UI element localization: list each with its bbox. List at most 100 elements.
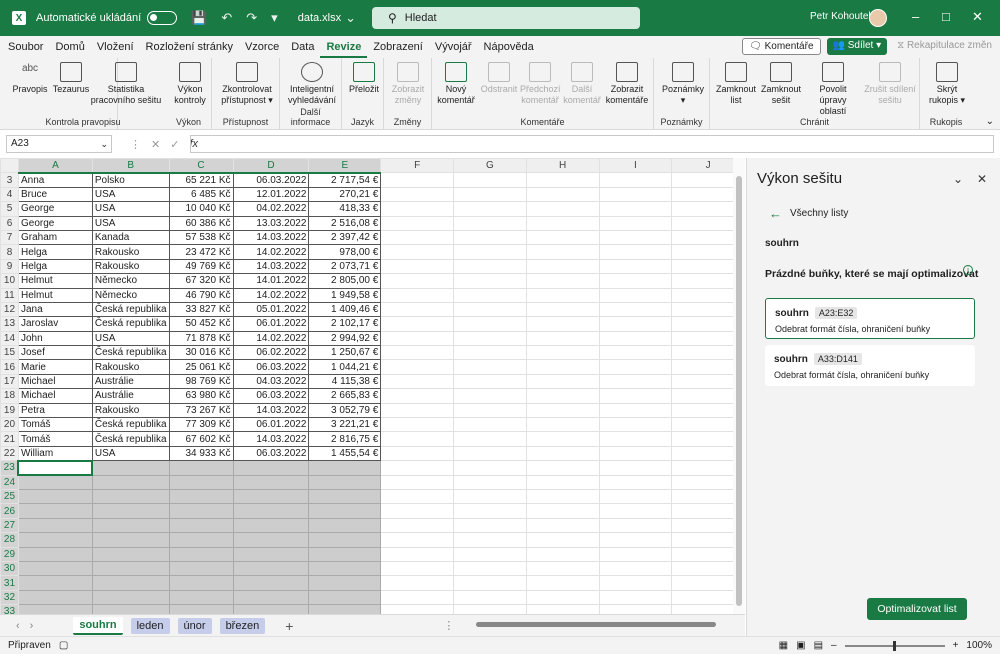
selected-empty-cell[interactable] (168, 532, 234, 548)
cell-name[interactable]: Helmut (17, 273, 93, 289)
empty-cell[interactable] (525, 589, 600, 606)
empty-cell[interactable] (453, 488, 527, 505)
selected-empty-cell[interactable] (232, 589, 310, 606)
zoom-in-icon[interactable]: + (953, 640, 959, 651)
translate-button[interactable]: Přeložit (345, 62, 383, 95)
row-header[interactable]: 4 (0, 186, 19, 203)
selected-empty-cell[interactable] (17, 560, 93, 577)
tab-zobrazeni[interactable]: Zobrazení (367, 36, 429, 58)
empty-cell[interactable] (453, 359, 527, 375)
empty-cell[interactable] (380, 330, 455, 347)
col-header-e[interactable]: E (308, 158, 382, 174)
cell-name[interactable]: Helmut (17, 287, 93, 303)
empty-cell[interactable] (598, 273, 673, 289)
cell-eur[interactable]: 418,33 € (308, 201, 382, 217)
cell-eur[interactable]: 3 052,79 € (308, 402, 382, 419)
cell-country[interactable]: Austrálie (91, 373, 170, 390)
empty-cell[interactable] (525, 287, 600, 303)
col-header-a[interactable]: A (17, 158, 93, 174)
empty-cell[interactable] (380, 301, 455, 318)
selected-empty-cell[interactable] (91, 517, 170, 534)
empty-cell[interactable] (525, 488, 600, 505)
cell-amount[interactable]: 65 221 Kč (168, 172, 234, 188)
selected-empty-cell[interactable] (17, 604, 93, 614)
empty-cell[interactable] (525, 345, 600, 361)
cell-name[interactable]: Michael (17, 373, 93, 390)
selected-empty-cell[interactable] (17, 575, 93, 591)
empty-cell[interactable] (598, 560, 673, 577)
cell-eur[interactable]: 1 949,58 € (308, 287, 382, 303)
empty-cell[interactable] (598, 258, 673, 275)
empty-cell[interactable] (525, 186, 600, 203)
empty-cell[interactable] (453, 388, 527, 404)
empty-cell[interactable] (525, 546, 600, 562)
selected-empty-cell[interactable] (168, 604, 234, 614)
comments-button[interactable]: 🗨 Komentáře (742, 38, 821, 55)
selected-empty-cell[interactable] (17, 517, 93, 534)
row-header[interactable]: 10 (0, 273, 19, 289)
empty-cell[interactable] (525, 373, 600, 390)
empty-cell[interactable] (598, 402, 673, 419)
empty-cell[interactable] (598, 488, 673, 505)
cell-amount[interactable]: 98 769 Kč (168, 373, 234, 390)
prev-comment-button[interactable]: Předchozí komentář (520, 62, 561, 106)
empty-cell[interactable] (525, 316, 600, 332)
cell-eur[interactable]: 2 816,75 € (308, 431, 382, 447)
cell-eur[interactable]: 1 409,46 € (308, 301, 382, 318)
add-sheet-icon[interactable]: + (285, 618, 293, 634)
empty-cell[interactable] (453, 345, 527, 361)
empty-cell[interactable] (453, 201, 527, 217)
cell-date[interactable]: 14.03.2022 (232, 431, 310, 447)
empty-cell[interactable] (380, 345, 455, 361)
cell-name[interactable]: Marie (17, 359, 93, 375)
empty-cell[interactable] (380, 402, 455, 419)
empty-cell[interactable] (380, 215, 455, 231)
user-name[interactable]: Petr Kohoutek (810, 11, 873, 22)
selected-empty-cell[interactable] (232, 474, 310, 490)
cell-amount[interactable]: 46 790 Kč (168, 287, 234, 303)
optimize-sheet-button[interactable]: Optimalizovat list (867, 598, 967, 620)
selected-empty-cell[interactable] (91, 589, 170, 606)
empty-cell[interactable] (598, 388, 673, 404)
empty-cell[interactable] (380, 503, 455, 519)
col-header-c[interactable]: C (168, 158, 234, 174)
sheet-tab-leden[interactable]: leden (130, 617, 170, 634)
selected-empty-cell[interactable] (168, 488, 234, 505)
next-comment-button[interactable]: Další komentář (562, 62, 602, 106)
cell-date[interactable]: 14.03.2022 (232, 258, 310, 275)
row-header[interactable]: 19 (0, 402, 19, 419)
name-box[interactable]: A23 ⌄ (6, 135, 112, 153)
file-name[interactable]: data.xlsx (298, 12, 341, 24)
cell-country[interactable]: Česká republika (91, 345, 170, 361)
empty-cell[interactable] (598, 186, 673, 203)
accessibility-status-icon[interactable]: ▢ (59, 640, 68, 651)
cell-amount[interactable]: 34 933 Kč (168, 445, 234, 462)
workbook-stats-button[interactable]: Statistika pracovního sešitu (88, 62, 164, 106)
selected-empty-cell[interactable] (308, 604, 382, 614)
chevron-down-icon[interactable]: ⌄ (345, 10, 356, 26)
delete-comment-button[interactable]: Odstranit (478, 62, 520, 95)
page-break-icon[interactable]: ▤ (814, 640, 823, 651)
cell-country[interactable]: Austrálie (91, 388, 170, 404)
empty-cell[interactable] (598, 215, 673, 231)
empty-cell[interactable] (380, 273, 455, 289)
empty-cell[interactable] (453, 244, 527, 260)
cell-amount[interactable]: 30 016 Kč (168, 345, 234, 361)
cell-name[interactable]: Helga (17, 244, 93, 260)
zoom-out-icon[interactable]: – (831, 640, 837, 651)
row-header[interactable]: 29 (0, 546, 19, 562)
cell-country[interactable]: USA (91, 445, 170, 462)
empty-cell[interactable] (453, 330, 527, 347)
empty-cell[interactable] (525, 172, 600, 188)
empty-cell[interactable] (525, 445, 600, 462)
cell-country[interactable]: USA (91, 186, 170, 203)
tab-rozlozeni[interactable]: Rozložení stránky (140, 36, 239, 58)
selected-empty-cell[interactable] (308, 474, 382, 490)
empty-cell[interactable] (380, 373, 455, 390)
cell-name[interactable]: Helga (17, 258, 93, 275)
vertical-scroll-thumb[interactable] (736, 176, 742, 606)
empty-cell[interactable] (380, 316, 455, 332)
selected-empty-cell[interactable] (17, 532, 93, 548)
selected-empty-cell[interactable] (17, 503, 93, 519)
cell-country[interactable]: Česká republika (91, 417, 170, 433)
